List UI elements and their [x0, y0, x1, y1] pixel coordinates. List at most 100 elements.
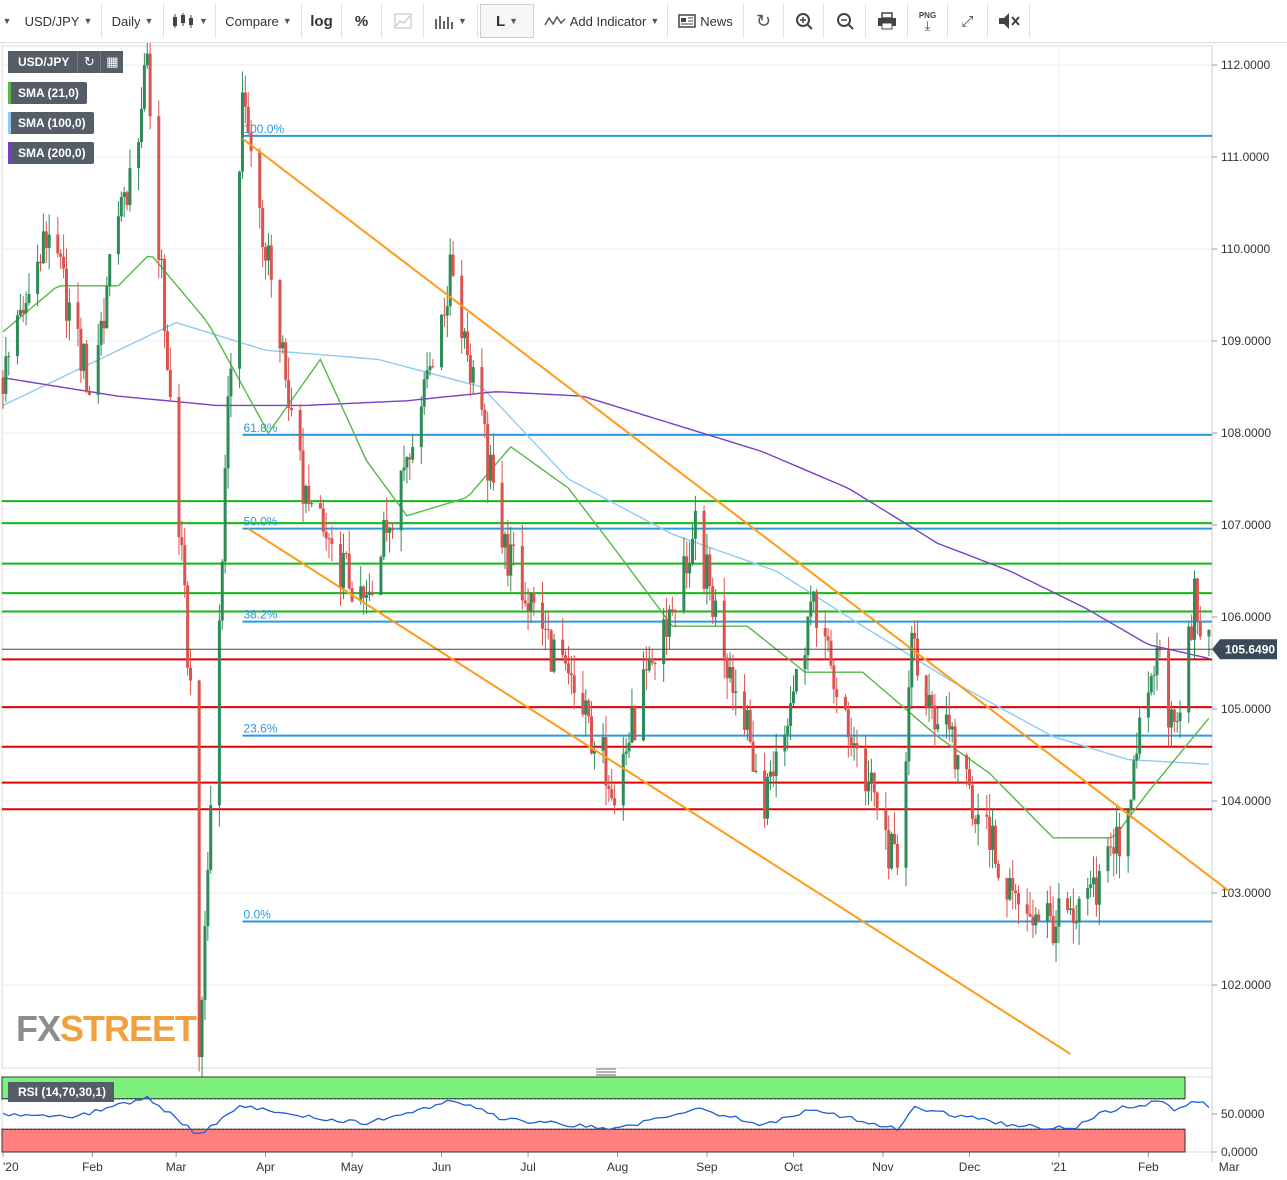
- fullscreen-button[interactable]: ⤢: [948, 4, 988, 38]
- candle-body: [1074, 922, 1078, 924]
- candle-body: [667, 609, 671, 637]
- candle-body: [887, 830, 891, 869]
- candle-body: [768, 771, 772, 777]
- legend-sma100[interactable]: SMA (100,0): [8, 112, 94, 134]
- candle-body: [561, 639, 565, 656]
- candle-body: [633, 707, 637, 741]
- candle-body: [41, 231, 45, 264]
- candle-body: [1, 377, 5, 394]
- legend-sma21[interactable]: SMA (21,0): [8, 82, 87, 104]
- candle-body: [284, 342, 288, 380]
- y-tick-label: 104.0000: [1221, 794, 1271, 808]
- sma100-label: SMA (100,0): [18, 116, 86, 130]
- candle-body: [388, 527, 392, 533]
- candle-body: [370, 591, 374, 595]
- candle-body: [278, 279, 282, 349]
- candle-body: [500, 482, 504, 548]
- candle-body: [771, 771, 775, 777]
- candle-body: [846, 709, 850, 738]
- legend-rsi[interactable]: RSI (14,70,30,1): [8, 1082, 115, 1102]
- candle-body: [872, 772, 876, 793]
- interval-selector[interactable]: Daily ▼: [102, 4, 164, 38]
- price-chart[interactable]: 112.0000 111.0000 110.0000 109.0000 108.0000…: [0, 0, 1287, 1180]
- news-button[interactable]: News: [668, 4, 744, 38]
- candle-body: [789, 703, 793, 726]
- candle-body: [843, 697, 847, 710]
- newspaper-icon: [678, 14, 696, 28]
- candle-body: [243, 92, 247, 107]
- candle-body: [177, 397, 181, 538]
- add-indicator-button[interactable]: Add Indicator ▼: [536, 4, 668, 38]
- candle-body: [569, 673, 573, 676]
- sma21-swatch: [8, 82, 11, 104]
- candle-body: [953, 726, 957, 770]
- zoom-in-button[interactable]: [784, 4, 824, 38]
- candle-body: [1167, 650, 1171, 728]
- candle-body: [829, 640, 833, 666]
- candle-body: [1115, 826, 1119, 854]
- symbol-label: USD/JPY: [24, 13, 80, 29]
- candle-body: [794, 669, 798, 692]
- candle-body: [1129, 799, 1133, 810]
- candle-body: [304, 485, 308, 504]
- log-label: log: [310, 12, 333, 30]
- toolbar-menu-caret[interactable]: ▼: [0, 4, 14, 38]
- candle: [904, 752, 908, 887]
- rsi-tick-label: 0.0000: [1221, 1145, 1258, 1159]
- candle-body: [310, 503, 314, 505]
- print-button[interactable]: [866, 4, 908, 38]
- candle-body: [927, 694, 931, 708]
- candle-body: [904, 761, 908, 868]
- candle-body: [36, 261, 40, 294]
- mute-button[interactable]: [988, 4, 1030, 38]
- legend-sma200[interactable]: SMA (200,0): [8, 142, 94, 164]
- candle-body: [930, 694, 934, 706]
- candle-body: [1155, 647, 1159, 676]
- calendar-icon: ▦: [106, 54, 119, 69]
- chart-type-selector[interactable]: ▼: [164, 4, 216, 38]
- candle-body: [734, 691, 738, 693]
- area-chart-button[interactable]: [382, 4, 424, 38]
- candle-body: [1135, 753, 1139, 761]
- zoom-out-button[interactable]: [824, 4, 866, 38]
- candle-body: [728, 667, 732, 679]
- line-tool-selector[interactable]: L ▼: [480, 4, 534, 38]
- candle-body: [402, 467, 406, 471]
- y-tick-label: 105.0000: [1221, 702, 1271, 716]
- candle-body: [976, 814, 980, 825]
- candle-body: [168, 369, 172, 398]
- candle-body: [826, 636, 830, 641]
- candle-body: [875, 792, 879, 811]
- png-export-button[interactable]: PNG ⤓: [908, 4, 948, 38]
- candle-body: [62, 256, 66, 269]
- x-tick-label: May: [341, 1160, 364, 1174]
- compare-button[interactable]: Compare ▼: [216, 4, 302, 38]
- candle-body: [451, 254, 455, 276]
- series-settings-button[interactable]: ▦: [100, 51, 124, 73]
- candle-body: [996, 863, 1000, 878]
- candle-body: [725, 657, 729, 679]
- candle-body: [892, 833, 896, 844]
- candle-body: [165, 331, 169, 370]
- candle-body: [947, 714, 951, 730]
- candle-body: [1193, 578, 1197, 640]
- candle-body: [1132, 760, 1136, 800]
- log-scale-button[interactable]: log: [302, 4, 342, 38]
- candle: [177, 383, 181, 555]
- candle-body: [1011, 878, 1015, 891]
- candle: [238, 170, 242, 389]
- candle-body: [965, 755, 969, 770]
- symbol-selector[interactable]: USD/JPY ▼: [16, 4, 102, 38]
- volume-selector[interactable]: ▼: [424, 4, 478, 38]
- candle-body: [197, 680, 201, 1058]
- candle-body: [327, 538, 331, 540]
- reload-series-button[interactable]: ↻: [77, 51, 101, 73]
- candle-body: [102, 320, 106, 329]
- candle-body: [365, 594, 369, 598]
- refresh-button[interactable]: ↻: [744, 4, 784, 38]
- sma200-label: SMA (200,0): [18, 146, 86, 160]
- candle-body: [183, 545, 187, 586]
- percent-scale-button[interactable]: %: [342, 4, 382, 38]
- candle-body: [1077, 898, 1081, 923]
- candle-body: [604, 737, 608, 786]
